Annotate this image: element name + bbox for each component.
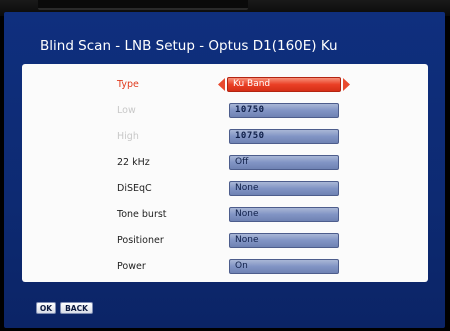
settings-panel: Type Ku Band Low 10750 High 10750 22 kHz… — [22, 64, 428, 282]
low-frequency-field: 10750 — [229, 103, 339, 118]
row-low: Low 10750 — [22, 101, 428, 123]
22khz-field[interactable]: Off — [229, 155, 339, 170]
tone-burst-field[interactable]: None — [229, 207, 339, 222]
ok-button[interactable]: OK — [36, 302, 56, 314]
row-diseqc[interactable]: DiSEqC None — [22, 179, 428, 201]
type-label: Type — [117, 79, 139, 90]
page-title: Blind Scan - LNB Setup - Optus D1(160E) … — [40, 38, 338, 54]
back-button[interactable]: BACK — [60, 302, 93, 314]
high-label: High — [117, 131, 139, 142]
row-22khz[interactable]: 22 kHz Off — [22, 153, 428, 175]
positioner-label: Positioner — [117, 235, 164, 246]
row-power[interactable]: Power On — [22, 257, 428, 279]
power-field[interactable]: On — [229, 259, 339, 274]
row-type[interactable]: Type Ku Band — [22, 75, 428, 97]
diseqc-label: DiSEqC — [117, 183, 152, 194]
positioner-field[interactable]: None — [229, 233, 339, 248]
arrow-right-icon[interactable] — [342, 77, 352, 92]
diseqc-field[interactable]: None — [229, 181, 339, 196]
high-frequency-field: 10750 — [229, 129, 339, 144]
tone-burst-label: Tone burst — [117, 209, 167, 220]
type-selector[interactable]: Ku Band — [227, 77, 341, 92]
row-high: High 10750 — [22, 127, 428, 149]
row-tone-burst[interactable]: Tone burst None — [22, 205, 428, 227]
low-label: Low — [117, 105, 136, 116]
arrow-left-icon[interactable] — [216, 77, 226, 92]
top-ghost-bar — [38, 0, 248, 10]
row-positioner[interactable]: Positioner None — [22, 231, 428, 253]
power-label: Power — [117, 261, 146, 272]
22khz-label: 22 kHz — [117, 157, 150, 168]
